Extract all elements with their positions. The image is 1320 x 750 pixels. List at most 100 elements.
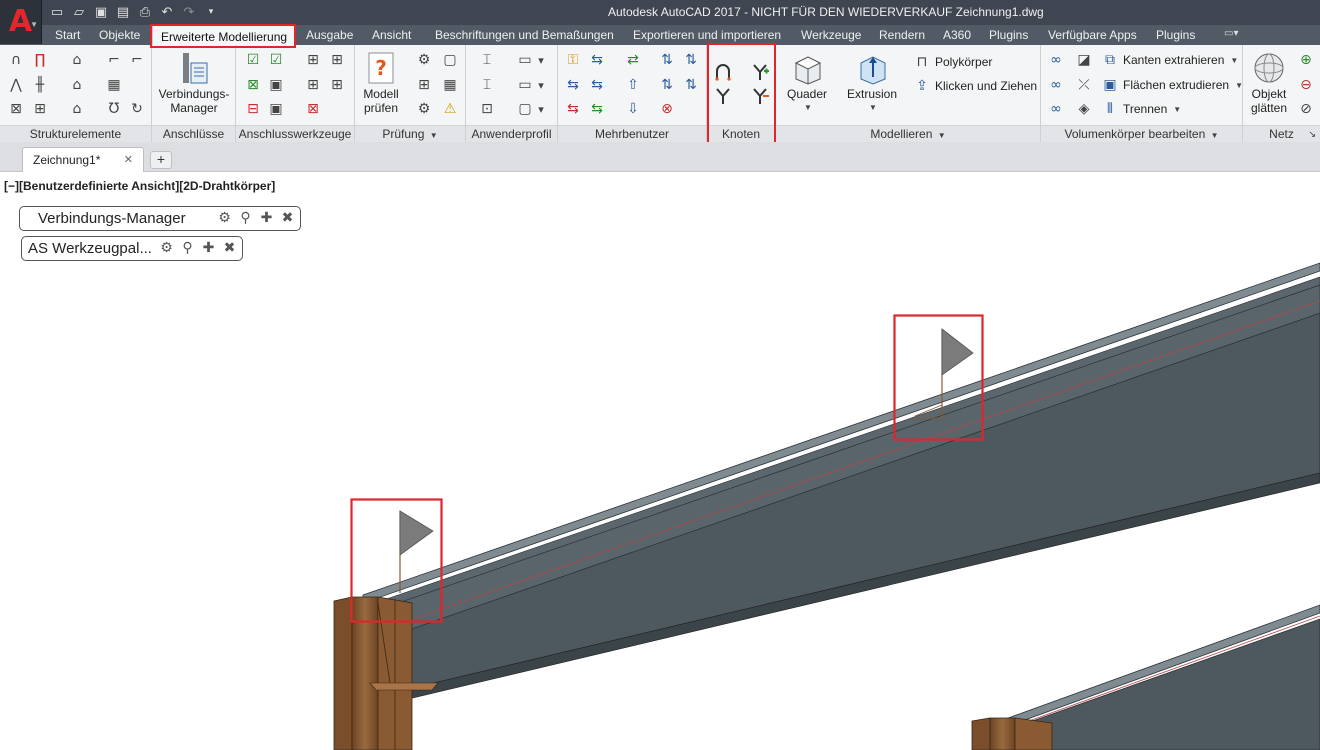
- union-icon[interactable]: ∞: [1047, 51, 1065, 69]
- move-icon[interactable]: ✚: [258, 210, 275, 227]
- objekt-glaetten-button[interactable]: Objekt glätten: [1245, 51, 1293, 115]
- slice-icon[interactable]: ◪: [1075, 51, 1093, 69]
- settings-icon[interactable]: ⚙: [216, 210, 233, 227]
- panel-title-volumenkoerper[interactable]: Volumenkörper bearbeiten ▼: [1041, 125, 1242, 142]
- close-icon[interactable]: ✕: [124, 153, 133, 166]
- download-icon[interactable]: ⇩: [624, 100, 642, 118]
- profile-icon[interactable]: ⌶: [478, 51, 496, 69]
- trennen-button[interactable]: ⫴ Trennen ▼: [1101, 100, 1181, 118]
- close-icon[interactable]: ✖: [221, 240, 238, 257]
- clash-icon[interactable]: ⚙: [415, 100, 433, 118]
- remove-user-icon[interactable]: ⊗: [658, 100, 676, 118]
- network-icon[interactable]: ⇅: [658, 51, 676, 69]
- release-icon[interactable]: ⇆: [564, 100, 582, 118]
- share-2-icon[interactable]: ⇅: [682, 76, 700, 94]
- settings-icon[interactable]: ⚙: [158, 240, 175, 257]
- extrusion-button[interactable]: Extrusion ▼: [844, 51, 900, 115]
- connection-delete-icon[interactable]: ⊟: [244, 100, 262, 118]
- structure-check-icon[interactable]: ▦: [441, 76, 459, 94]
- connection-check-2-icon[interactable]: ☑: [267, 51, 285, 69]
- mesh-remove-icon[interactable]: ⊖: [1297, 76, 1315, 94]
- railing-icon[interactable]: Ʊ: [105, 100, 123, 118]
- help-doc-icon[interactable]: ▢: [441, 51, 459, 69]
- tab-verfuegbare-apps[interactable]: Verfügbare Apps: [1048, 27, 1137, 45]
- tab-objekte[interactable]: Objekte: [99, 27, 140, 45]
- collision-icon[interactable]: ⊞: [415, 76, 433, 94]
- tab-plugins[interactable]: Plugins: [989, 27, 1028, 45]
- tab-erweiterte-modellierung[interactable]: Erweiterte Modellierung: [152, 25, 297, 46]
- panel-title-modellieren[interactable]: Modellieren ▼: [776, 125, 1040, 142]
- portal-frame-icon[interactable]: ∩: [7, 51, 25, 69]
- sync-icon[interactable]: ⇄: [624, 51, 642, 69]
- redo-icon[interactable]: ↷: [180, 3, 198, 21]
- palette-as-werkzeugpalette[interactable]: AS Werkzeugpal... ⚙ ⚲ ✚ ✖: [21, 236, 243, 261]
- customize-icon[interactable]: ▾: [202, 3, 220, 21]
- kanten-extrahieren-button[interactable]: ⧉ Kanten extrahieren ▼: [1101, 51, 1238, 69]
- bracing-icon[interactable]: ╫: [31, 76, 49, 94]
- lock-icon[interactable]: ⚿: [564, 51, 582, 69]
- intersect-icon[interactable]: ∞: [1047, 100, 1065, 118]
- truss-icon[interactable]: ⋀: [7, 76, 25, 94]
- connection-check-icon[interactable]: ☑: [244, 51, 262, 69]
- connection-tool-icon[interactable]: ⊞: [304, 51, 322, 69]
- close-icon[interactable]: ✖: [279, 210, 296, 227]
- upload-icon[interactable]: ⇧: [624, 76, 642, 94]
- tab-a360[interactable]: A360: [943, 27, 971, 45]
- stairs-icon[interactable]: ⌐: [105, 51, 123, 69]
- steel-beam-main[interactable]: [362, 262, 1320, 702]
- frame-icon[interactable]: ∏: [31, 51, 49, 69]
- profile-3-icon[interactable]: ⊡: [478, 100, 496, 118]
- audit-icon[interactable]: ⚙: [415, 51, 433, 69]
- print-icon[interactable]: ⎙: [136, 3, 154, 21]
- polykoerper-button[interactable]: ⊓ Polykörper: [913, 53, 993, 71]
- mesh-refine-icon[interactable]: ⊘: [1297, 100, 1315, 118]
- tab-beschriftungen[interactable]: Beschriftungen und Bemaßungen: [435, 27, 614, 45]
- palette-verbindungs-manager[interactable]: Verbindungs-Manager ⚙ ⚲ ✚ ✖: [19, 206, 301, 231]
- profile-2-icon[interactable]: ⌶: [478, 76, 496, 94]
- tab-start[interactable]: Start: [55, 27, 80, 45]
- pin-icon[interactable]: ⚲: [237, 210, 254, 227]
- chevron-down-icon[interactable]: ▾: [532, 76, 550, 94]
- panel-launcher-icon[interactable]: ↘: [1308, 126, 1316, 142]
- tab-rendern[interactable]: Rendern: [879, 27, 925, 45]
- tab-exportieren[interactable]: Exportieren und importieren: [633, 27, 781, 45]
- modell-pruefen-button[interactable]: ? Modell prüfen: [357, 51, 405, 115]
- checkin-icon[interactable]: ⇆: [588, 76, 606, 94]
- warning-icon[interactable]: ⚠: [441, 100, 459, 118]
- flaechen-extrudieren-button[interactable]: ▣ Flächen extrudieren ▼: [1101, 76, 1243, 94]
- pin-icon[interactable]: ⚲: [179, 240, 196, 257]
- node-y-icon[interactable]: [714, 87, 732, 105]
- panel-title-pruefung[interactable]: Prüfung ▼: [355, 125, 465, 142]
- undo-icon[interactable]: ↶: [158, 3, 176, 21]
- ribbon-display-toggle-icon[interactable]: ▭▾: [1224, 28, 1238, 39]
- connection-copy-icon[interactable]: ▣: [267, 76, 285, 94]
- connection-select-icon[interactable]: ⊞: [304, 76, 322, 94]
- purlin-icon[interactable]: ⌂: [68, 76, 86, 94]
- connection-select-2-icon[interactable]: ⊞: [328, 76, 346, 94]
- accept-icon[interactable]: ⇆: [588, 100, 606, 118]
- viewport-controls-label[interactable]: [−][Benutzerdefinierte Ansicht][2D-Draht…: [4, 179, 275, 193]
- application-menu-button[interactable]: A ▼: [0, 0, 42, 44]
- new-icon[interactable]: ▭: [48, 3, 66, 21]
- grating-icon[interactable]: ▦: [105, 76, 123, 94]
- open-icon[interactable]: ▱: [70, 3, 88, 21]
- girder-icon[interactable]: ⊠: [7, 100, 25, 118]
- chevron-down-icon[interactable]: ▾: [532, 100, 550, 118]
- connection-tool-2-icon[interactable]: ⊞: [328, 51, 346, 69]
- node-add-icon[interactable]: [751, 63, 769, 81]
- stairs-2-icon[interactable]: ⌐: [128, 51, 146, 69]
- roof-icon[interactable]: ⌂: [68, 51, 86, 69]
- move-icon[interactable]: ✚: [200, 240, 217, 257]
- klicken-ziehen-button[interactable]: ⇪ Klicken und Ziehen: [913, 77, 1037, 95]
- tab-werkzeuge[interactable]: Werkzeuge: [801, 27, 861, 45]
- file-tab-zeichnung1[interactable]: Zeichnung1* ✕: [22, 147, 144, 172]
- steel-column-right[interactable]: [971, 717, 1053, 750]
- tab-ausgabe[interactable]: Ausgabe: [306, 27, 353, 45]
- subtract-icon[interactable]: ∞: [1047, 76, 1065, 94]
- drawing-viewport[interactable]: [−][Benutzerdefinierte Ansicht][2D-Draht…: [0, 173, 1320, 750]
- checkout-icon[interactable]: ⇆: [564, 76, 582, 94]
- save-as-icon[interactable]: ▤: [114, 3, 132, 21]
- tab-ansicht[interactable]: Ansicht: [372, 27, 411, 45]
- thicken-icon[interactable]: ◈: [1075, 100, 1093, 118]
- multiuser-icon[interactable]: ⇆: [588, 51, 606, 69]
